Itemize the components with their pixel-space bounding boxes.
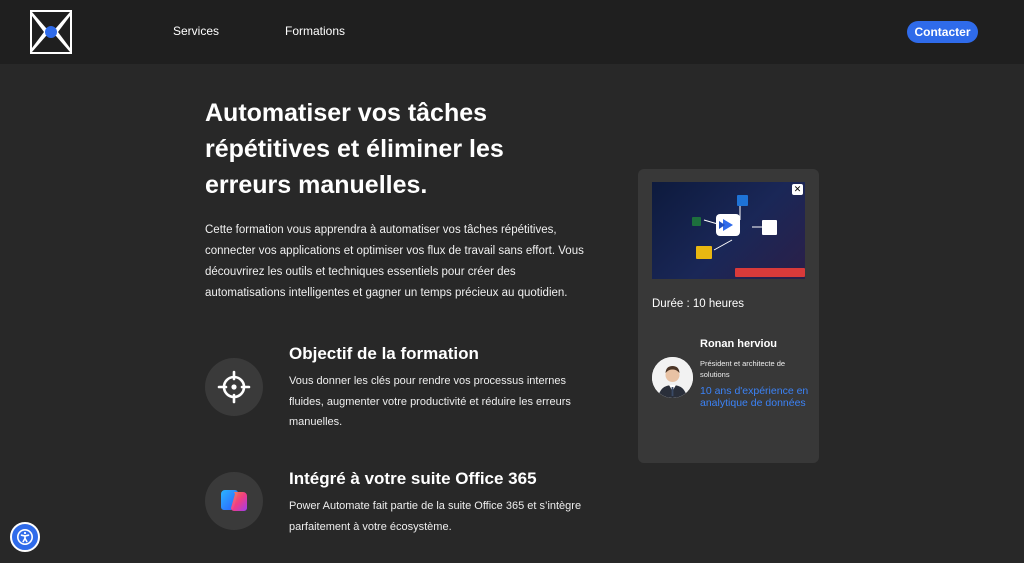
accessibility-icon[interactable] xyxy=(10,522,40,552)
copilot-icon xyxy=(205,472,263,530)
page-title: Automatiser vos tâches répétitives et él… xyxy=(205,99,504,199)
contact-button[interactable]: Contacter xyxy=(907,21,978,43)
feature-text-objectif: Vous donner les clés pour rendre vos pro… xyxy=(289,375,571,428)
trainer-avatar xyxy=(652,357,693,398)
nav-link-services[interactable]: Services xyxy=(173,24,219,38)
trainer-name: Ronan herviou xyxy=(700,338,778,350)
feature-title-office365: Intégré à votre suite Office 365 xyxy=(289,469,537,488)
course-duration: Durée : 10 heures xyxy=(652,298,745,310)
trainer-experience: 10 ans d'expérience en analytique de don… xyxy=(700,385,809,409)
trainer-role: Président et architecte de solutions xyxy=(700,359,786,379)
feature-text-office365: Power Automate fait partie de la suite O… xyxy=(289,500,582,533)
thumbnail-red-badge xyxy=(735,268,805,277)
brand-logo-icon[interactable] xyxy=(30,10,72,54)
hero-description: Cette formation vous apprendra à automat… xyxy=(205,224,584,299)
crosshair-icon xyxy=(205,358,263,416)
top-navbar: Services Formations Contacter xyxy=(0,0,1024,64)
feature-title-objectif: Objectif de la formation xyxy=(289,344,479,363)
course-info-card: ✕ Durée : 10 heures Ronan herviou Présid… xyxy=(638,169,819,463)
nav-link-formations[interactable]: Formations xyxy=(285,24,345,38)
course-thumbnail[interactable]: ✕ xyxy=(652,182,805,279)
thumbnail-close-icon[interactable]: ✕ xyxy=(792,184,803,195)
